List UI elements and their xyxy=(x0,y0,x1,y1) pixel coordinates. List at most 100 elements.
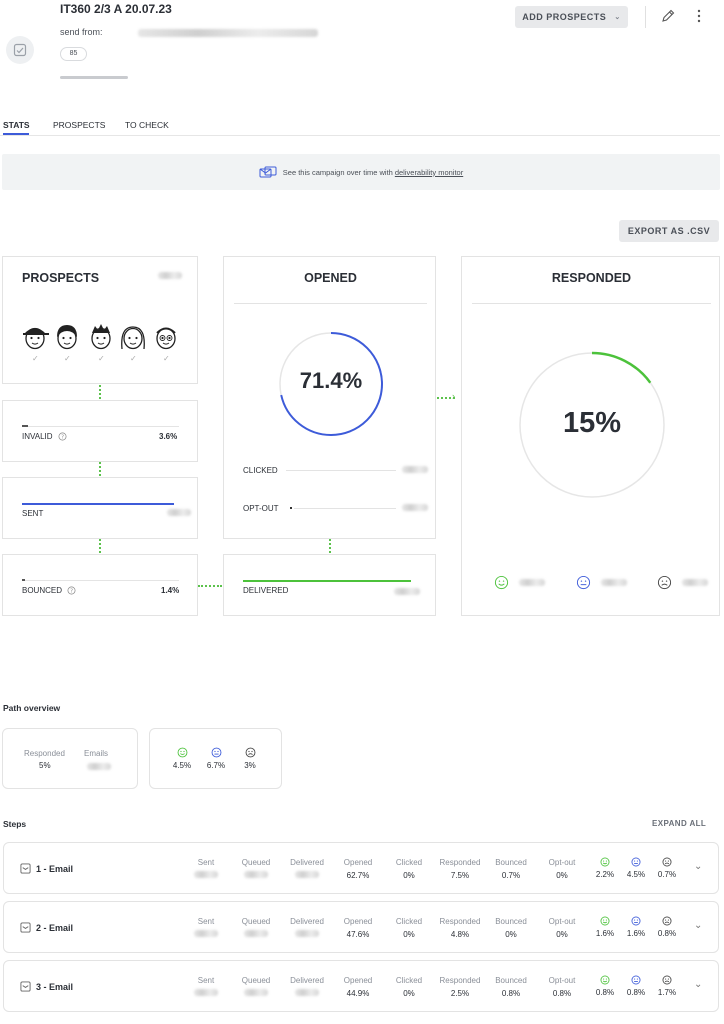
step-metric-count xyxy=(194,930,218,937)
tab-prospects[interactable]: PROSPECTS xyxy=(53,120,105,130)
step-metric-value: 2.5% xyxy=(450,989,470,998)
smiley-negative-icon xyxy=(662,857,672,867)
step-row[interactable]: 2 - Email Sent Queued Delivered Opened 47.6% C… xyxy=(3,901,719,953)
responded-title: RESPONDED xyxy=(551,271,632,285)
campaign-title: IT360 2/3 A 20.07.23 xyxy=(60,2,172,16)
step-sentiment: 0.8% xyxy=(625,975,647,997)
progress-bar xyxy=(60,76,128,79)
step-metric-value: 0% xyxy=(403,871,415,880)
step-sentiment: 0.8% xyxy=(594,975,616,997)
step-metric-label: Bounced xyxy=(495,976,527,985)
step-metric: Bounced 0.8% xyxy=(486,976,536,998)
step-metric-value: 0.8% xyxy=(501,989,521,998)
delivered-count xyxy=(394,588,420,595)
step-sentiment-value: 1.7% xyxy=(657,988,677,997)
smiley-neutral-icon xyxy=(631,857,641,867)
deliverability-monitor-link[interactable]: deliverability monitor xyxy=(395,168,463,177)
add-prospects-button[interactable]: ADD PROSPECTS ⌄ xyxy=(515,6,628,28)
step-metric: Opened 47.6% xyxy=(333,917,383,939)
step-metric: Opt-out 0.8% xyxy=(537,976,587,998)
divider xyxy=(234,303,427,304)
step-name: 3 - Email xyxy=(36,982,74,992)
tab-to-check[interactable]: TO CHECK xyxy=(125,120,169,130)
funnel-connector xyxy=(99,539,101,553)
step-metric-label: Bounced xyxy=(495,917,527,926)
svg-text:?: ? xyxy=(61,435,64,441)
step-metric-count xyxy=(295,871,319,878)
step-metric: Responded 7.5% xyxy=(435,858,485,880)
help-icon[interactable]: ? xyxy=(67,586,76,595)
path-overview-title: Path overview xyxy=(3,703,61,713)
expand-chevron-icon[interactable]: ⌄ xyxy=(694,920,702,931)
smiley-neutral-icon xyxy=(631,975,641,985)
opened-title: OPENED xyxy=(304,271,357,285)
step-metric-count xyxy=(194,871,218,878)
opened-value: 71.4% xyxy=(299,368,363,393)
negative-count xyxy=(682,579,708,586)
checkbox-icon xyxy=(13,43,27,57)
edit-pencil-icon[interactable] xyxy=(660,8,676,26)
expand-all-button[interactable]: EXPAND ALL xyxy=(652,819,706,828)
positive-sentiment xyxy=(494,575,545,590)
step-metric-count xyxy=(194,989,218,996)
tab-stats-underline xyxy=(3,133,29,135)
funnel-connector xyxy=(99,385,101,399)
step-metric-label: Queued xyxy=(241,917,271,926)
step-metric-value: 62.7% xyxy=(346,871,370,880)
emails-count xyxy=(87,763,111,770)
step-metric-label: Responded xyxy=(439,917,481,926)
banner-text: See this campaign over time with xyxy=(282,167,393,177)
step-metric-label: Responded xyxy=(439,976,481,985)
campaign-badge[interactable]: 85 xyxy=(60,47,87,61)
bounced-label: BOUNCED ? xyxy=(22,586,76,595)
step-metric: Queued xyxy=(231,976,281,998)
responded-value: 5% xyxy=(39,761,51,770)
step-email-icon xyxy=(20,863,31,876)
expand-chevron-icon[interactable]: ⌄ xyxy=(694,979,702,990)
prospect-avatar-icon xyxy=(119,323,147,351)
help-icon[interactable]: ? xyxy=(58,432,67,441)
tab-stats[interactable]: STATS xyxy=(3,120,30,130)
step-metric-count xyxy=(295,930,319,937)
step-metric-count xyxy=(244,930,268,937)
prospects-title: PROSPECTS xyxy=(22,271,100,285)
step-metric-label: Delivered xyxy=(290,917,324,926)
smiley-neutral-icon xyxy=(211,747,221,758)
smiley-positive-icon xyxy=(600,857,610,867)
step-metric-label: Opened xyxy=(343,917,373,926)
positive-count xyxy=(519,579,545,586)
overview-neutral-value: 6.7% xyxy=(206,761,226,770)
step-row[interactable]: 3 - Email Sent Queued Delivered Opened 44.9% C… xyxy=(3,960,719,1012)
step-sentiment-value: 2.2% xyxy=(595,870,615,879)
step-metric: Delivered xyxy=(282,917,332,939)
step-sentiment: 0.7% xyxy=(656,857,678,879)
expand-chevron-icon[interactable]: ⌄ xyxy=(694,861,702,872)
smiley-negative-icon xyxy=(245,747,255,758)
optout-bar-fill xyxy=(290,507,292,509)
deliverability-banner: See this campaign over time with deliver… xyxy=(2,154,720,190)
step-sentiment: 1.6% xyxy=(625,916,647,938)
prospects-card: PROSPECTS ✓ ✓ ✓ ✓ ✓ xyxy=(2,256,198,384)
smiley-negative-icon xyxy=(662,916,672,926)
bounced-card: BOUNCED ? 1.4% xyxy=(2,554,198,616)
smiley-positive-icon xyxy=(600,916,610,926)
step-sentiment: 4.5% xyxy=(625,857,647,879)
sent-count xyxy=(167,509,191,516)
more-options-icon[interactable] xyxy=(695,8,703,24)
step-metric-label: Clicked xyxy=(395,917,423,926)
send-from-label: send from: xyxy=(60,27,103,37)
export-csv-button[interactable]: EXPORT AS .CSV xyxy=(619,220,719,242)
step-metric: Responded 2.5% xyxy=(435,976,485,998)
sent-card: SENT xyxy=(2,477,198,539)
prospect-avatar-icon xyxy=(87,323,115,351)
checkmark-icon: ✓ xyxy=(32,354,39,363)
smiley-neutral-icon xyxy=(576,575,591,590)
optout-bar-track xyxy=(294,508,396,509)
path-overview-card: Responded 5% Emails xyxy=(2,728,138,789)
chevron-down-icon: ⌄ xyxy=(614,14,621,21)
steps-title: Steps xyxy=(3,819,27,829)
step-metric-label: Delivered xyxy=(290,858,324,867)
step-row[interactable]: 1 - Email Sent Queued Delivered Opened 62.7% C… xyxy=(3,842,719,894)
sentiment-overview-card: 4.5% 6.7% 3% xyxy=(149,728,282,789)
step-metric-value: 0.7% xyxy=(501,871,521,880)
